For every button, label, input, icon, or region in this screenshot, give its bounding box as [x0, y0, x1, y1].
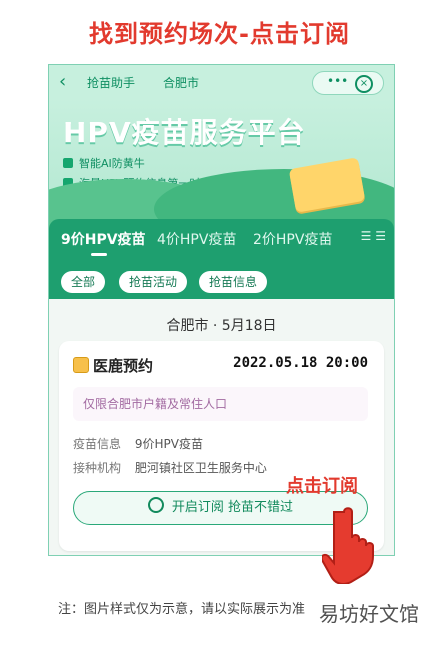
nav-title: 抢苗助手: [87, 76, 136, 90]
org-name: 医鹿预约: [93, 357, 154, 375]
vaccine-info-value: 9价HPV疫苗: [134, 437, 203, 451]
hero-line-1-text: 智能AI防黄牛: [79, 157, 145, 170]
watermark: 易坊好文馆: [319, 602, 419, 626]
org-logo-icon: [73, 357, 89, 373]
clinic-row: 接种机构 肥河镇社区卫生服务中心: [73, 459, 267, 476]
top-nav: ‹ 抢苗助手 合肥市 ••• ×: [49, 65, 394, 99]
mini-program-capsule[interactable]: ••• ×: [312, 71, 384, 95]
clinic-label: 接种机构: [73, 461, 122, 475]
shield-icon: [63, 158, 73, 168]
tab-9-valent[interactable]: 9价HPV疫苗: [61, 229, 146, 249]
more-icon[interactable]: •••: [327, 74, 348, 88]
appointment-datetime: 2022.05.18 20:00: [233, 355, 368, 371]
tabs-menu-icon[interactable]: ☰ ☰: [361, 229, 386, 243]
page-headline: 找到预约场次-点击订阅: [89, 20, 350, 48]
hero-title: HPV疫苗服务平台: [63, 116, 306, 149]
tab-2-valent[interactable]: 2价HPV疫苗: [253, 229, 332, 249]
nav-city[interactable]: 合肥市: [163, 74, 199, 91]
hero-line-1: 智能AI防黄牛: [63, 155, 145, 171]
vaccine-tabs: 9价HPV疫苗 4价HPV疫苗 2价HPV疫苗 ☰ ☰ 全部 抢苗活动 抢苗信息: [49, 219, 394, 299]
chip-info[interactable]: 抢苗信息: [199, 271, 268, 293]
eligibility-notice: 仅限合肥市户籍及常住人口: [73, 387, 368, 421]
chip-activities[interactable]: 抢苗活动: [119, 271, 188, 293]
tab-4-valent[interactable]: 4价HPV疫苗: [157, 229, 236, 249]
active-tab-indicator: [91, 253, 107, 256]
subscribe-button-label: 开启订阅 抢苗不错过: [171, 500, 294, 515]
disclaimer-note: 注：图片样式仅为示意，请以实际展示为准: [58, 602, 306, 617]
back-icon[interactable]: ‹: [59, 71, 66, 92]
close-icon[interactable]: ×: [355, 75, 373, 93]
clinic-value: 肥河镇社区卫生服务中心: [134, 461, 267, 475]
vaccine-info-row: 疫苗信息 9价HPV疫苗: [73, 435, 203, 452]
hero-banner: HPV疫苗服务平台 智能AI防黄牛 海量HPV预约信息第一时间全知道: [49, 99, 394, 249]
date-location: 合肥市 · 5月18日: [166, 318, 277, 334]
vaccine-info-label: 疫苗信息: [73, 437, 122, 451]
pointing-hand-icon: [322, 507, 374, 584]
alarm-clock-icon: [147, 497, 164, 513]
chip-all[interactable]: 全部: [61, 271, 106, 293]
tap-callout: 点击订阅: [286, 476, 358, 497]
